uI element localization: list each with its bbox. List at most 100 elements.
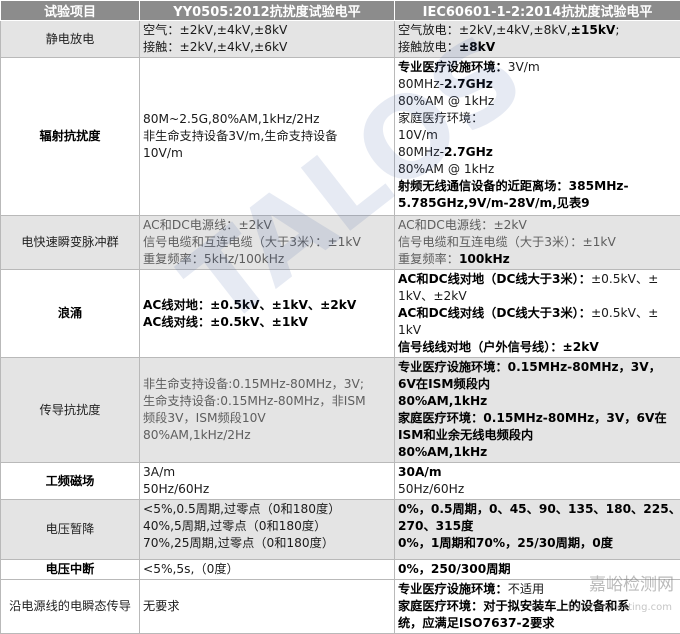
iec60601-segment: 专业医疗设施环境： [398,582,508,596]
yy0505-line: 重复频率：5kHz/100kHz [143,251,391,268]
yy0505-line: 40%,5周期,过零点（0和180度） [143,518,391,535]
iec60601-segment: 80MHz- [398,145,444,159]
iec60601-line: 80%AM @ 1kHz [398,93,677,110]
iec60601-segment: 80%AM,1kHz [398,445,487,459]
iec60601-segment: 不适用 [508,582,545,596]
iec60601-segment: 30A/m [398,465,442,479]
yy0505-line: 无要求 [143,598,391,615]
iec60601-segment: 2.7GHz [444,145,493,159]
iec60601-line: 50Hz/60Hz [398,481,677,498]
header-iec60601: IEC60601-1-2:2014抗扰度试验电平 [395,1,680,21]
yy0505-line: 生命支持设备:0.15MHz-80MHz，非ISM [143,393,391,410]
iec60601-line: 5.785GHz,9V/m-28V/m,见表9 [398,195,677,212]
iec60601-level: 专业医疗设施环境：不适用家庭医疗环境：对于拟安装车上的设备和系统，应满足ISO7… [395,580,680,634]
yy0505-line: 接触：±2kV,±4kV,±6kV [143,39,391,56]
iec60601-line: 0%，250/300周期 [398,561,677,578]
iec60601-segment: 家庭医疗环境：0.15MHz-80MHz，3V，6V在 [398,411,667,425]
table-row: 浪涌AC线对地：±0.5kV、±1kV、±2kVAC线对线：±0.5kV、±1k… [1,270,680,358]
iec60601-level: 0%，0.5周期，0、45、90、135、180、225、270、315度 0%，… [395,500,680,560]
iec60601-segment: 空气放电：±2kV,±4kV,±8kV, [398,23,571,37]
iec60601-segment: ±0.5kV、± [591,272,658,286]
iec60601-segment: 10V/m [398,128,438,142]
yy0505-level: 无要求 [140,580,395,634]
iec60601-segment: 1kV [398,323,421,337]
iec60601-segment: ±0.5kV、± [591,306,658,320]
yy0505-level: <5%,0.5周期,过零点（0和180度）40%,5周期,过零点（0和180度）… [140,500,395,560]
iec60601-segment: 专业医疗设施环境： [398,60,508,74]
iec60601-segment: 3V/m [508,60,540,74]
yy0505-level: 非生命支持设备:0.15MHz-80MHz，3V;生命支持设备:0.15MHz-… [140,358,395,463]
iec60601-line: AC和DC电源线：±2kV [398,217,677,234]
iec60601-segment: 50Hz/60Hz [398,482,464,496]
iec60601-line: AC和DC线对线（DC线大于3米）：±0.5kV、± [398,305,677,322]
iec60601-level: AC和DC电源线：±2kV 信号电缆和互连电缆（大于3米）：±1kV 重复频率：10… [395,216,680,270]
iec60601-segment: 270、315度 [398,519,473,533]
iec60601-segment: 家庭医疗环境：对于拟安装车上的设备和系 [398,599,630,613]
iec60601-level: 专业医疗设施环境：3V/m80MHz-2.7GHz80%AM @ 1kHz家庭医… [395,58,680,216]
test-item-name: 静电放电 [1,21,140,58]
iec60601-segment: 80%AM @ 1kHz [398,162,494,176]
yy0505-level: 80M~2.5G,80%AM,1kHz/2Hz非生命支持设备3V/m,生命支持设… [140,58,395,216]
iec60601-segment: 6V在ISM频段内 [398,377,490,391]
yy0505-line: 3A/m [143,464,391,481]
iec60601-segment: 射频无线通信设备的近距离场：385MHz- [398,179,629,193]
iec60601-segment: 信号电缆和互连电缆（大于3米）：±1kV [398,235,616,249]
yy0505-level: AC线对地：±0.5kV、±1kV、±2kVAC线对线：±0.5kV、±1kV [140,270,395,358]
table-row: 工频磁场3A/m50Hz/60Hz30A/m 50Hz/60Hz [1,463,680,500]
table-row: 传导抗扰度非生命支持设备:0.15MHz-80MHz，3V;生命支持设备:0.1… [1,358,680,463]
iec60601-segment: 信号线线对地（户外信号线）：±2kV [398,340,599,354]
iec60601-line: 10V/m [398,127,677,144]
iec60601-line: 专业医疗设施环境：不适用 [398,581,677,598]
iec60601-segment: 80%AM,1kHz [398,394,487,408]
iec60601-segment: AC和DC电源线：±2kV [398,218,527,232]
iec60601-segment: ISM和业余无线电频段内 [398,428,533,442]
iec60601-line: 80%AM,1kHz [398,393,677,410]
yy0505-line: 非生命支持设备:0.15MHz-80MHz，3V; [143,376,391,393]
iec60601-segment: 80%AM @ 1kHz [398,94,494,108]
yy0505-line: AC和DC电源线：±2kV [143,217,391,234]
yy0505-line: 频段3V，ISM频段10V [143,410,391,427]
iec60601-line: 家庭医疗环境：0.15MHz-80MHz，3V，6V在 [398,410,677,427]
iec60601-line: 270、315度 [398,518,677,535]
iec60601-segment: 2.7GHz [444,77,493,91]
iec60601-segment: AC和DC线对线（DC线大于3米）： [398,306,591,320]
yy0505-line: 80%AM,1kHz/2Hz [143,427,391,444]
table-row: 沿电源线的电瞬态传导无要求专业医疗设施环境：不适用家庭医疗环境：对于拟安装车上的… [1,580,680,634]
yy0505-line: 空气：±2kV,±4kV,±8kV [143,22,391,39]
yy0505-level: 空气：±2kV,±4kV,±8kV接触：±2kV,±4kV,±6kV [140,21,395,58]
iec60601-segment: 重复频率： [398,252,459,266]
table-row: 电快速瞬变脉冲群AC和DC电源线：±2kV信号电缆和互连电缆（大于3米）：±1k… [1,216,680,270]
iec60601-level: AC和DC线对地（DC线大于3米）：±0.5kV、±1kV、±2kVAC和DC线… [395,270,680,358]
iec60601-segment: 1kV、±2kV [398,289,467,303]
test-item-name: 工频磁场 [1,463,140,500]
iec60601-line: 射频无线通信设备的近距离场：385MHz- [398,178,677,195]
iec60601-line: 空气放电：±2kV,±4kV,±8kV,±15kV; [398,22,677,39]
iec60601-level: 30A/m 50Hz/60Hz [395,463,680,500]
iec60601-line: 6V在ISM频段内 [398,376,677,393]
yy0505-level: AC和DC电源线：±2kV信号电缆和互连电缆（大于3米）：±1kV重复频率：5k… [140,216,395,270]
iec60601-line: 0%，0.5周期，0、45、90、135、180、225、 [398,501,677,518]
iec60601-segment: 80MHz- [398,77,444,91]
yy0505-level: <5%,5s,（0度） [140,560,395,580]
iec60601-segment: 接触放电： [398,40,459,54]
yy0505-line: AC线对线：±0.5kV、±1kV [143,314,391,331]
iec60601-segment: 100kHz [459,252,510,266]
iec60601-line: 0%，1周期和70%，25/30周期，0度 [398,535,677,552]
iec60601-segment: ±8kV [459,40,495,54]
table-row: 电压暂降<5%,0.5周期,过零点（0和180度）40%,5周期,过零点（0和1… [1,500,680,560]
test-item-name: 辐射抗扰度 [1,58,140,216]
iec60601-segment: 专业医疗设施环境：0.15MHz-80MHz，3V， [398,360,661,374]
iec60601-level: 0%，250/300周期 [395,560,680,580]
iec60601-line: 80MHz-2.7GHz [398,144,677,161]
yy0505-line: 70%,25周期,过零点（0和180度） [143,535,391,552]
iec60601-line: 1kV [398,322,677,339]
yy0505-level: 3A/m50Hz/60Hz [140,463,395,500]
iec60601-line: 家庭医疗环境：对于拟安装车上的设备和系 [398,598,677,615]
yy0505-line: <5%,0.5周期,过零点（0和180度） [143,501,391,518]
iec60601-line: 信号线线对地（户外信号线）：±2kV [398,339,677,356]
header-row: 试验项目 YY0505:2012抗扰度试验电平 IEC60601-1-2:201… [1,1,680,21]
iec60601-line: 信号电缆和互连电缆（大于3米）：±1kV [398,234,677,251]
iec60601-level: 专业医疗设施环境：0.15MHz-80MHz，3V， 6V在ISM频段内 80%AM… [395,358,680,463]
emc-comparison-table: 试验项目 YY0505:2012抗扰度试验电平 IEC60601-1-2:201… [0,0,680,634]
header-yy0505: YY0505:2012抗扰度试验电平 [140,1,395,21]
